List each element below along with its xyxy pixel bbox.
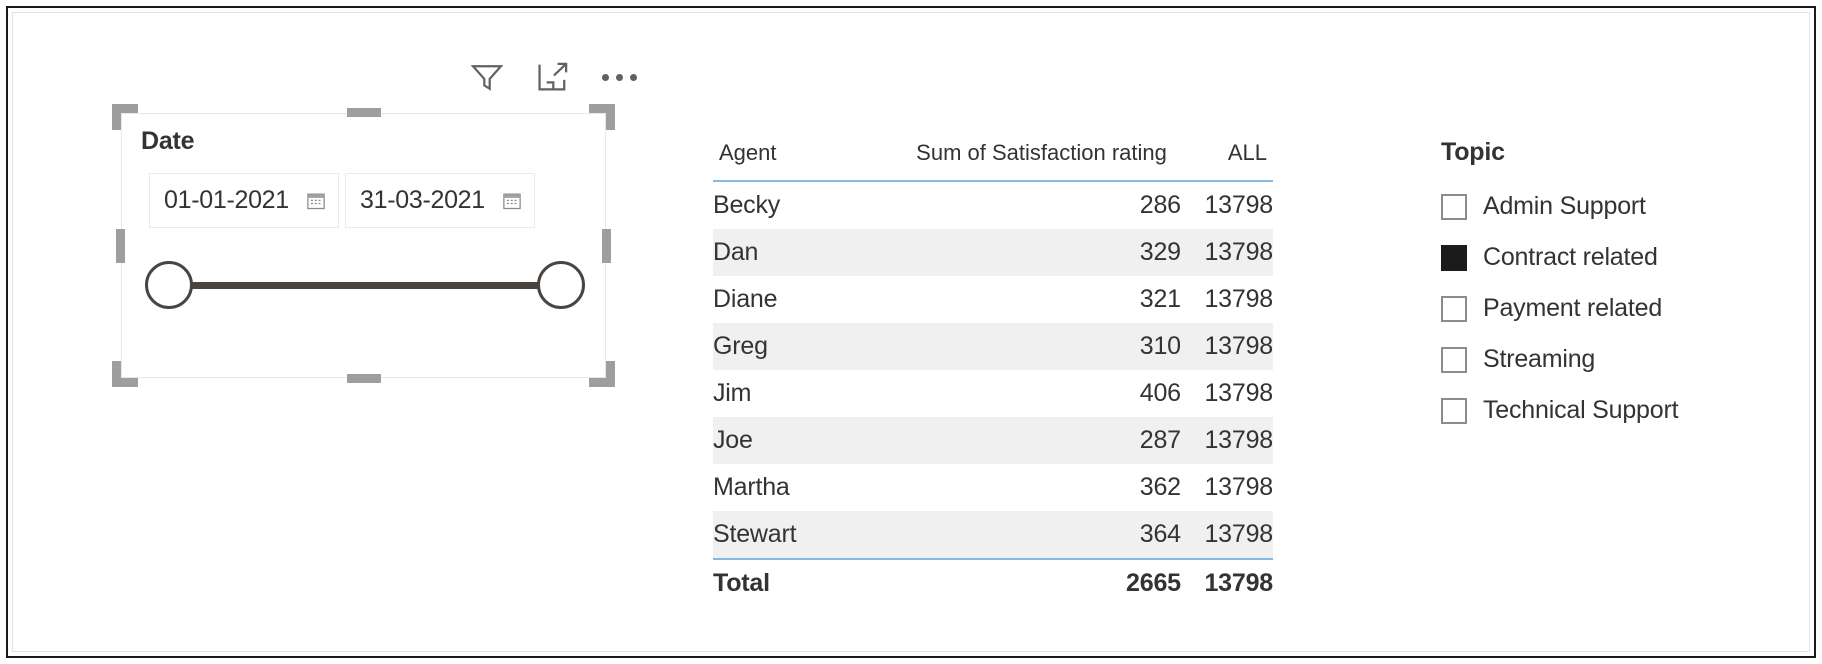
total-label: Total (713, 569, 770, 597)
slicer-item-streaming[interactable]: Streaming (1441, 334, 1781, 385)
cell-agent: Greg (713, 332, 768, 360)
cell-sum: 321 (1139, 285, 1181, 313)
ellipsis-dot (629, 73, 637, 81)
slicer-item-label: Contract related (1483, 243, 1658, 271)
more-options-ellipsis-icon[interactable] (597, 55, 641, 99)
resize-handle-middle-right[interactable] (602, 228, 611, 263)
slicer-item-technical-support[interactable]: Technical Support (1441, 385, 1781, 436)
start-date-value: 01-01-2021 (164, 186, 289, 214)
slicer-item-label: Payment related (1483, 294, 1663, 322)
table-total-row: Total 2665 13798 (713, 559, 1273, 607)
resize-handle-top-left[interactable] (112, 104, 138, 130)
report-page-frame: Date 01-01-2021 31-03-2021 Agent Sum of … (6, 6, 1816, 658)
report-canvas: Date 01-01-2021 31-03-2021 Agent Sum of … (12, 12, 1810, 652)
table-row[interactable]: Diane 321 13798 (713, 276, 1273, 323)
cell-agent: Martha (713, 473, 790, 501)
total-all: 13798 (1204, 569, 1273, 597)
filter-funnel-icon[interactable] (465, 55, 509, 99)
date-range-slider[interactable] (145, 261, 585, 311)
table-row[interactable]: Jim 406 13798 (713, 370, 1273, 417)
cell-all: 13798 (1204, 520, 1273, 548)
slider-track (170, 282, 560, 289)
slicer-item-admin-support[interactable]: Admin Support (1441, 181, 1781, 232)
cell-sum: 310 (1139, 332, 1181, 360)
calendar-icon[interactable] (306, 191, 326, 211)
agent-satisfaction-table: Agent Sum of Satisfaction rating ALL Bec… (713, 138, 1273, 607)
date-range-inputs: 01-01-2021 31-03-2021 (149, 173, 535, 228)
ellipsis-dot (601, 73, 609, 81)
calendar-icon[interactable] (502, 191, 522, 211)
checkbox-checked-icon[interactable] (1441, 244, 1467, 271)
cell-sum: 329 (1139, 238, 1181, 266)
checkbox-unchecked-icon[interactable] (1441, 397, 1467, 424)
cell-all: 13798 (1204, 473, 1273, 501)
topic-slicer-title: Topic (1441, 138, 1505, 166)
slicer-item-label: Technical Support (1483, 396, 1679, 424)
resize-handle-bottom-right[interactable] (589, 361, 615, 387)
table-row[interactable]: Greg 310 13798 (713, 323, 1273, 370)
slicer-item-label: Streaming (1483, 345, 1596, 373)
start-date-input[interactable]: 01-01-2021 (149, 173, 339, 228)
cell-agent: Jim (713, 379, 752, 407)
cell-all: 13798 (1204, 426, 1273, 454)
cell-agent: Diane (713, 285, 778, 313)
date-slicer-title: Date (141, 127, 195, 155)
slider-handle-start[interactable] (145, 261, 193, 309)
table-row[interactable]: Dan 329 13798 (713, 229, 1273, 276)
cell-all: 13798 (1204, 191, 1273, 219)
resize-handle-bottom-left[interactable] (112, 361, 138, 387)
table-header: Agent Sum of Satisfaction rating ALL (713, 138, 1273, 181)
matrix-table-visual[interactable]: Agent Sum of Satisfaction rating ALL Bec… (713, 138, 1273, 607)
checkbox-unchecked-icon[interactable] (1441, 346, 1467, 373)
cell-agent: Becky (713, 191, 781, 219)
table-row[interactable]: Martha 362 13798 (713, 464, 1273, 511)
cell-agent: Joe (713, 426, 753, 454)
total-sum: 2665 (1126, 569, 1181, 597)
end-date-input[interactable]: 31-03-2021 (345, 173, 535, 228)
resize-handle-top-center[interactable] (346, 108, 381, 117)
table-body: Becky 286 13798 Dan 329 13798 Diane 321 … (713, 181, 1273, 559)
resize-handle-bottom-center[interactable] (346, 374, 381, 383)
date-slicer-visual[interactable]: Date 01-01-2021 31-03-2021 (112, 104, 615, 387)
end-date-value: 31-03-2021 (360, 186, 485, 214)
cell-sum: 287 (1139, 426, 1181, 454)
column-header-all[interactable]: ALL (1181, 138, 1273, 181)
cell-all: 13798 (1204, 285, 1273, 313)
slicer-item-contract-related[interactable]: Contract related (1441, 232, 1781, 283)
cell-sum: 286 (1139, 191, 1181, 219)
cell-agent: Dan (713, 238, 759, 266)
column-header-sum-satisfaction[interactable]: Sum of Satisfaction rating (825, 138, 1181, 181)
slider-handle-end[interactable] (537, 261, 585, 309)
visual-header-toolbar (465, 55, 641, 99)
table-row[interactable]: Stewart 364 13798 (713, 511, 1273, 559)
cell-all: 13798 (1204, 379, 1273, 407)
cell-sum: 364 (1139, 520, 1181, 548)
cell-sum: 362 (1139, 473, 1181, 501)
topic-slicer-visual[interactable]: Topic Admin Support Contract related Pay… (1441, 138, 1781, 436)
slicer-item-payment-related[interactable]: Payment related (1441, 283, 1781, 334)
checkbox-unchecked-icon[interactable] (1441, 295, 1467, 322)
cell-all: 13798 (1204, 332, 1273, 360)
checkbox-unchecked-icon[interactable] (1441, 193, 1467, 220)
resize-handle-top-right[interactable] (589, 104, 615, 130)
cell-all: 13798 (1204, 238, 1273, 266)
table-row[interactable]: Joe 287 13798 (713, 417, 1273, 464)
table-row[interactable]: Becky 286 13798 (713, 181, 1273, 229)
table-header-row: Agent Sum of Satisfaction rating ALL (713, 138, 1273, 181)
table-footer: Total 2665 13798 (713, 559, 1273, 607)
focus-mode-icon[interactable] (531, 55, 575, 99)
column-header-agent[interactable]: Agent (713, 138, 825, 181)
resize-handle-middle-left[interactable] (116, 228, 125, 263)
ellipsis-dot (615, 73, 623, 81)
slicer-item-label: Admin Support (1483, 192, 1646, 220)
cell-sum: 406 (1139, 379, 1181, 407)
cell-agent: Stewart (713, 520, 797, 548)
